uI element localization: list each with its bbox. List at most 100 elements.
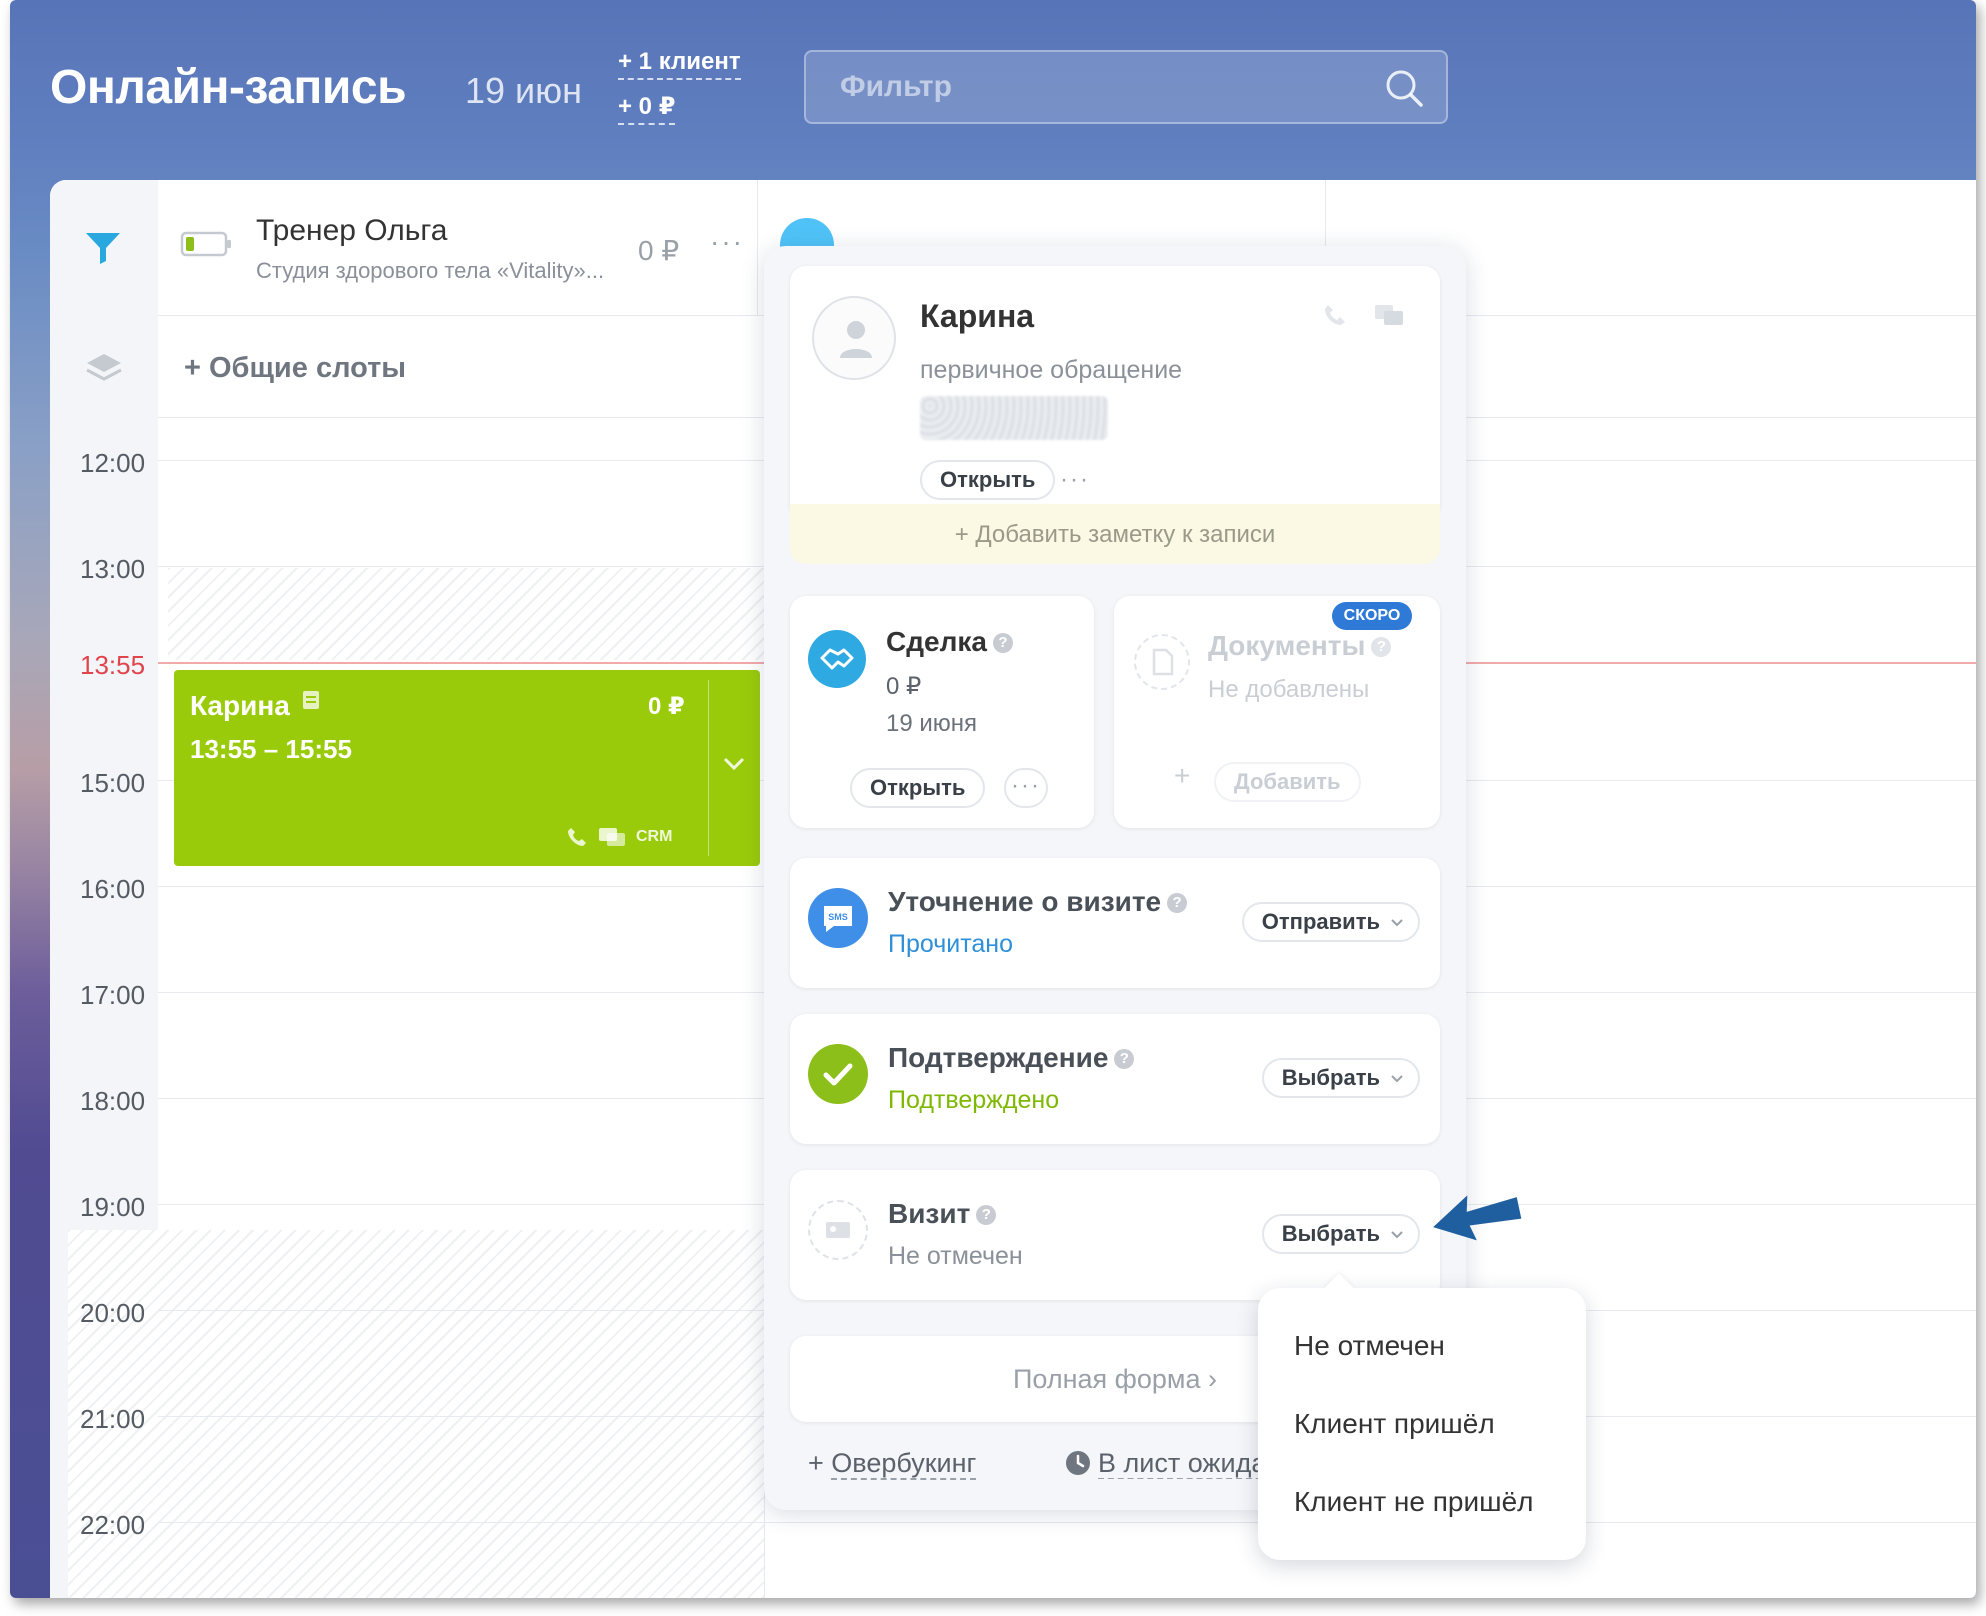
client-more-button[interactable]: ··· (1060, 466, 1090, 494)
speech-bubble-icon: SMS (824, 906, 852, 932)
menu-item-client-no-show[interactable]: Клиент не пришёл (1294, 1486, 1534, 1518)
visit-select-dropdown[interactable]: Выбрать (1261, 1214, 1420, 1254)
filter-field (804, 50, 1448, 124)
open-deal-button[interactable]: Открыть (850, 768, 986, 808)
hour-label: 17:00 (80, 980, 146, 1010)
overbooking-button[interactable]: + Овербукинг (808, 1448, 977, 1480)
appointment-block[interactable]: Карина 13:55 – 15:55 0 ₽ CRM (174, 670, 760, 866)
resource-header[interactable]: Тренер Ольга Студия здорового тела «Vita… (158, 180, 758, 316)
confirmation-select-label: Выбрать (1281, 1065, 1380, 1090)
chat-icon[interactable] (1374, 302, 1404, 328)
overbooking-label: Овербукинг (831, 1448, 977, 1480)
menu-item-not-marked[interactable]: Не отмечен (1294, 1330, 1445, 1362)
appointment-time: 13:55 – 15:55 (190, 734, 352, 764)
open-client-button[interactable]: Открыть (920, 460, 1056, 500)
send-sms-dropdown[interactable]: Отправить (1241, 902, 1420, 942)
visit-select-label: Выбрать (1281, 1221, 1380, 1246)
appointment-amount: 0 ₽ (648, 693, 685, 720)
user-icon (840, 321, 872, 358)
current-time-label: 13:55 (78, 650, 148, 681)
soon-badge: СКОРО (1332, 602, 1412, 630)
hour-line (158, 1522, 1976, 1523)
hour-label: 22:00 (80, 1510, 146, 1540)
deal-card: Сделка? 0 ₽ 19 июня Открыть ··· (790, 596, 1094, 828)
visit-title: Визит? (888, 1198, 997, 1230)
blurred-phone (920, 396, 1108, 440)
add-shared-slots-button[interactable]: + Общие слоты (184, 352, 406, 385)
checkmark-icon (808, 1044, 868, 1104)
filter-input[interactable] (806, 52, 1446, 122)
documents-status: Не добавлены (1208, 676, 1370, 703)
documents-title: Документы? (1208, 630, 1392, 662)
search-icon[interactable] (1382, 66, 1426, 110)
appointment-client-name: Карина (190, 690, 290, 721)
document-icon (1134, 634, 1190, 690)
sms-icon: SMS (808, 888, 868, 948)
sms-card: SMS Уточнение о визите? Прочитано Отправ… (790, 858, 1440, 988)
sms-title: Уточнение о визите? (888, 886, 1188, 918)
resource-subtitle: Студия здорового тела «Vitality»... (256, 258, 605, 283)
confirmation-card: Подтверждение? Подтверждено Выбрать (790, 1014, 1440, 1144)
phone-icon[interactable] (566, 826, 588, 848)
sms-status: Прочитано (888, 930, 1013, 958)
hour-label: 18:00 (80, 1086, 146, 1116)
help-icon[interactable]: ? (1114, 1049, 1135, 1069)
page-title: Онлайн-запись (50, 61, 407, 114)
waitlist-button[interactable]: В лист ожидания (1064, 1448, 1264, 1479)
add-document-button[interactable]: Добавить (1214, 762, 1361, 802)
deal-more-button[interactable]: ··· (1004, 768, 1048, 808)
funnel-icon[interactable] (84, 230, 122, 266)
resource-name: Тренер Ольга (256, 214, 448, 247)
current-date[interactable]: 19 июн (465, 70, 582, 112)
hour-label: 15:00 (80, 768, 146, 798)
visit-status-menu: Не отмечен Клиент пришёл Клиент не пришё… (1258, 1273, 1586, 1560)
confirmation-title: Подтверждение? (888, 1042, 1135, 1074)
hour-label: 16:00 (80, 874, 146, 904)
visit-status: Не отмечен (888, 1242, 1023, 1270)
check-icon (823, 1063, 853, 1086)
appointment-divider (708, 680, 709, 856)
hour-label: 12:00 (80, 448, 146, 478)
hour-label: 21:00 (80, 1404, 146, 1434)
help-icon[interactable]: ? (976, 1205, 997, 1225)
help-icon[interactable]: ? (1371, 637, 1392, 657)
plus-icon: + (1174, 760, 1191, 791)
confirmation-select-dropdown[interactable]: Выбрать (1261, 1058, 1420, 1098)
unavailable-slot (68, 1230, 764, 1598)
id-card-icon (826, 1222, 850, 1238)
resource-more-button[interactable]: ··· (710, 226, 744, 258)
send-sms-label: Отправить (1261, 909, 1380, 934)
file-icon (1152, 648, 1174, 676)
resource-amount: 0 ₽ (638, 235, 680, 266)
hour-label: 13:00 (80, 554, 146, 584)
chevron-down-icon (1391, 919, 1403, 927)
menu-item-client-came[interactable]: Клиент пришёл (1294, 1408, 1495, 1440)
hour-label: 20:00 (80, 1298, 146, 1328)
phone-icon[interactable] (1322, 302, 1348, 328)
revenue-link[interactable]: + 0 ₽ (618, 92, 676, 125)
note-icon (303, 691, 319, 709)
chevron-down-icon (1391, 1231, 1403, 1239)
hour-label: 19:00 (80, 1192, 146, 1222)
avatar (812, 296, 896, 380)
help-icon[interactable]: ? (992, 633, 1013, 653)
add-note-button[interactable]: + Добавить заметку к записи (790, 504, 1440, 564)
annotation-arrow-icon (1433, 1195, 1522, 1241)
deal-amount: 0 ₽ (886, 673, 922, 700)
help-icon[interactable]: ? (1167, 893, 1188, 913)
clients-count-link[interactable]: + 1 клиент (618, 48, 741, 80)
client-type: первичное обращение (920, 356, 1183, 384)
battery-icon (180, 231, 231, 257)
crm-badge[interactable]: CRM (636, 828, 672, 846)
chat-icon[interactable] (598, 826, 626, 848)
svg-text:SMS: SMS (828, 912, 848, 922)
deal-icon (808, 630, 866, 688)
client-name: Карина (920, 298, 1035, 334)
deal-title: Сделка? (886, 626, 1013, 658)
chevron-down-icon[interactable] (722, 756, 746, 772)
clock-icon (1066, 1451, 1090, 1475)
chevron-down-icon (1391, 1075, 1403, 1083)
layers-icon (86, 354, 122, 381)
client-card: Карина первичное обращение Открыть ··· (790, 266, 1440, 520)
visit-icon (808, 1200, 868, 1260)
